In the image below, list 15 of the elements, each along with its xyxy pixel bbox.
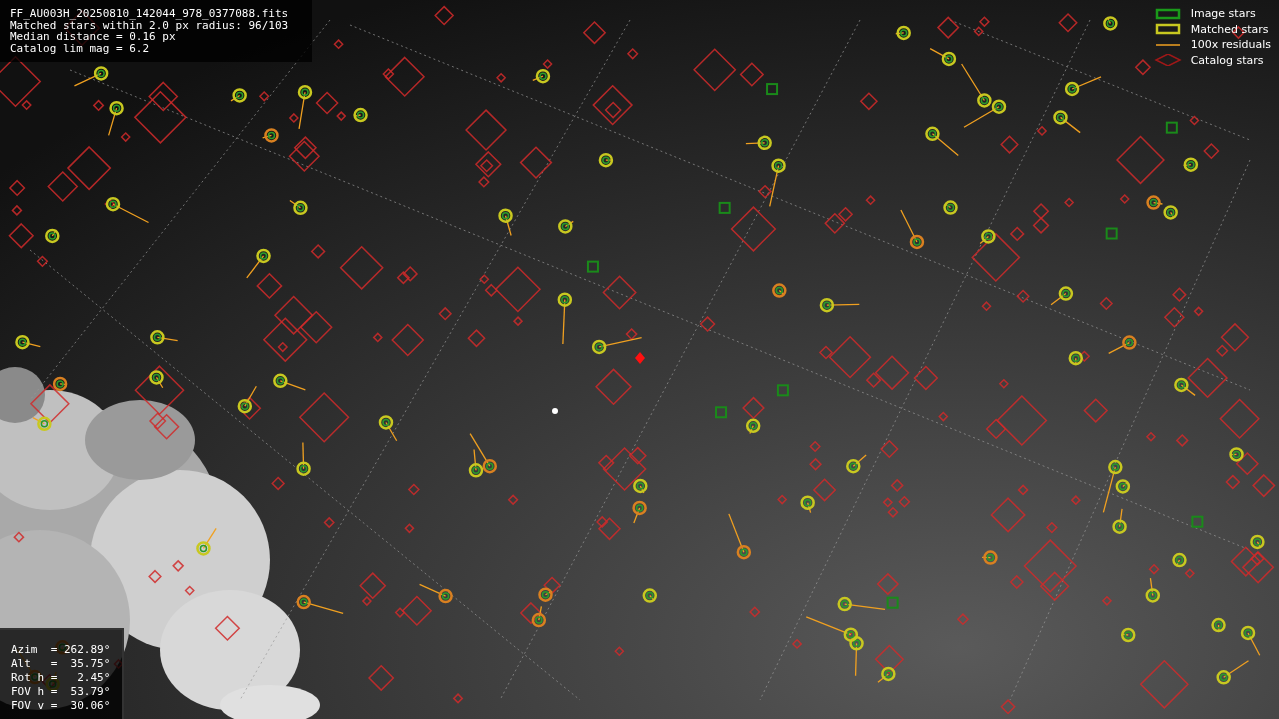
info-text: FF_AU003H_20250810_142044_978_0377088.fits [10, 8, 289, 20]
info-text: Median distance = 0.16 px [10, 31, 176, 43]
info-text: Matched stars within 2.0 px radius: 96/103 [10, 19, 289, 31]
pointing-text: FOV h = 53.79° [11, 685, 111, 699]
legend-label: 100x residuals [1190, 38, 1271, 52]
legend-label: Catalog stars [1190, 53, 1264, 67]
legend-label: Matched stars [1190, 22, 1269, 36]
info-text: Catalog lim mag = 6.2 [10, 42, 150, 54]
center-marker-icon [635, 352, 645, 364]
pointing-text: Azim = 262.89° [11, 643, 111, 657]
diamond-icon [1152, 54, 1183, 67]
pointing-text: Rot h = 2.45° [11, 671, 111, 685]
legend-label: Image stars [1190, 7, 1256, 21]
pointing-text: FOV v = 30.06° [11, 699, 111, 713]
pointing-text: Alt = 35.75° [11, 657, 111, 671]
